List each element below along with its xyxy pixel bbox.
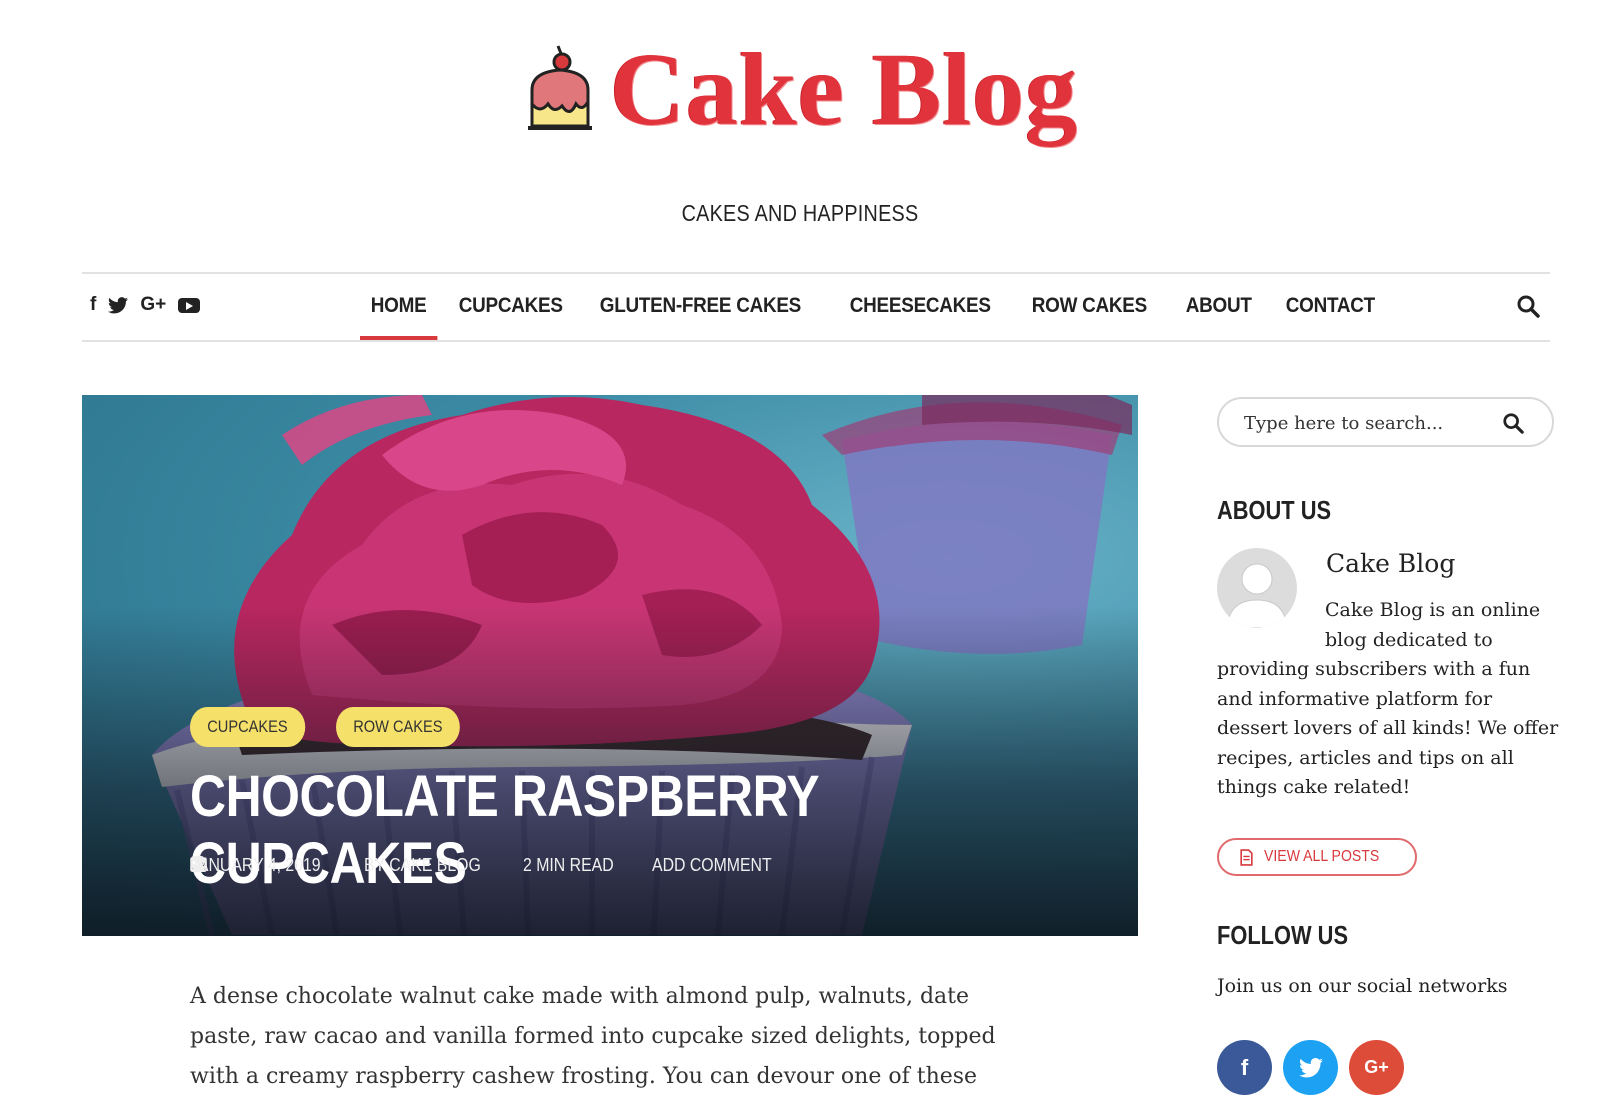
site-logo[interactable]: Cake Blog [522,38,1078,142]
nav-item-row-cakes[interactable]: ROW CAKES [1021,274,1158,340]
twitter-icon[interactable] [108,296,129,314]
site-header: Cake Blog [0,38,1600,142]
post-read-time: 2 MIN READ [190,855,626,876]
facebook-icon[interactable]: f [90,294,96,316]
social-follow-buttons: f G+ [1217,1040,1404,1095]
featured-post-hero[interactable]: CUPCAKES ROW CAKES CHOCOLATE RASPBERRY C… [82,395,1138,936]
twitter-icon [1298,1057,1323,1077]
post-author-text: BY CAKE BLOG [364,855,482,875]
category-badge-cupcakes[interactable]: CUPCAKES [190,707,305,747]
google-plus-icon: G+ [1364,1057,1389,1077]
search-icon[interactable] [1516,294,1540,318]
category-badge-row-cakes[interactable]: ROW CAKES [335,707,460,747]
post-read-time-text: 2 MIN READ [523,855,614,875]
youtube-icon[interactable] [178,297,201,313]
about-description: Cake Blog is an online blog dedicated to… [1217,599,1559,798]
post-comments-text: ADD COMMENT [652,855,772,875]
google-plus-follow-button[interactable]: G+ [1349,1040,1404,1095]
cake-logo-icon [527,45,592,130]
main-navbar: f G+ HOME CUPCAKES GLUTEN-FREE CAKES CHE… [82,272,1550,342]
nav-item-gluten-free-cakes[interactable]: GLUTEN-FREE CAKES [589,274,812,340]
nav-item-about[interactable]: ABOUT [1175,274,1262,340]
about-author-name: Cake Blog [1326,549,1456,578]
post-author[interactable]: BY CAKE BLOG [192,855,497,876]
nav-item-cheesecakes[interactable]: CHEESECAKES [839,274,1002,340]
site-tagline: CAKES AND HAPPINESS [681,200,919,226]
search-input[interactable] [1244,409,1499,437]
post-comments[interactable]: ADD COMMENT [191,855,788,876]
site-title: Cake Blog [609,32,1079,147]
view-all-posts-button[interactable]: VIEW ALL POSTS [1217,838,1418,876]
post-meta: JANUARY 4, 2019 BY CAKE BLOG 2 MIN READ … [190,855,788,876]
post-category-badges: CUPCAKES ROW CAKES [190,707,479,747]
nav-item-cupcakes[interactable]: CUPCAKES [448,274,574,340]
post-excerpt: A dense chocolate walnut cake made with … [190,984,996,1089]
google-plus-icon[interactable]: G+ [140,294,166,316]
nav-item-contact[interactable]: CONTACT [1275,274,1386,340]
nav-social-links: f G+ [90,294,201,316]
facebook-icon: f [1240,1054,1249,1080]
twitter-follow-button[interactable] [1283,1040,1338,1095]
facebook-follow-button[interactable]: f [1217,1040,1272,1095]
document-icon [1240,848,1253,866]
post-date-text: JANUARY 4, 2019 [190,855,321,875]
post-date: JANUARY 4, 2019 [190,855,338,876]
nav-item-home[interactable]: HOME [360,274,438,340]
search-submit-icon[interactable] [1502,412,1524,434]
about-heading: ABOUT US [1217,495,1332,525]
post-title[interactable]: CHOCOLATE RASPBERRY CUPCAKES [190,763,964,897]
follow-description: Join us on our social networks [1217,975,1508,997]
view-all-posts-label: VIEW ALL POSTS [1264,848,1380,865]
follow-heading: FOLLOW US [1217,920,1349,950]
nav-menu: HOME CUPCAKES GLUTEN-FREE CAKES CHEESECA… [360,274,1400,340]
comment-icon [191,856,207,871]
sidebar-search [1217,397,1554,447]
